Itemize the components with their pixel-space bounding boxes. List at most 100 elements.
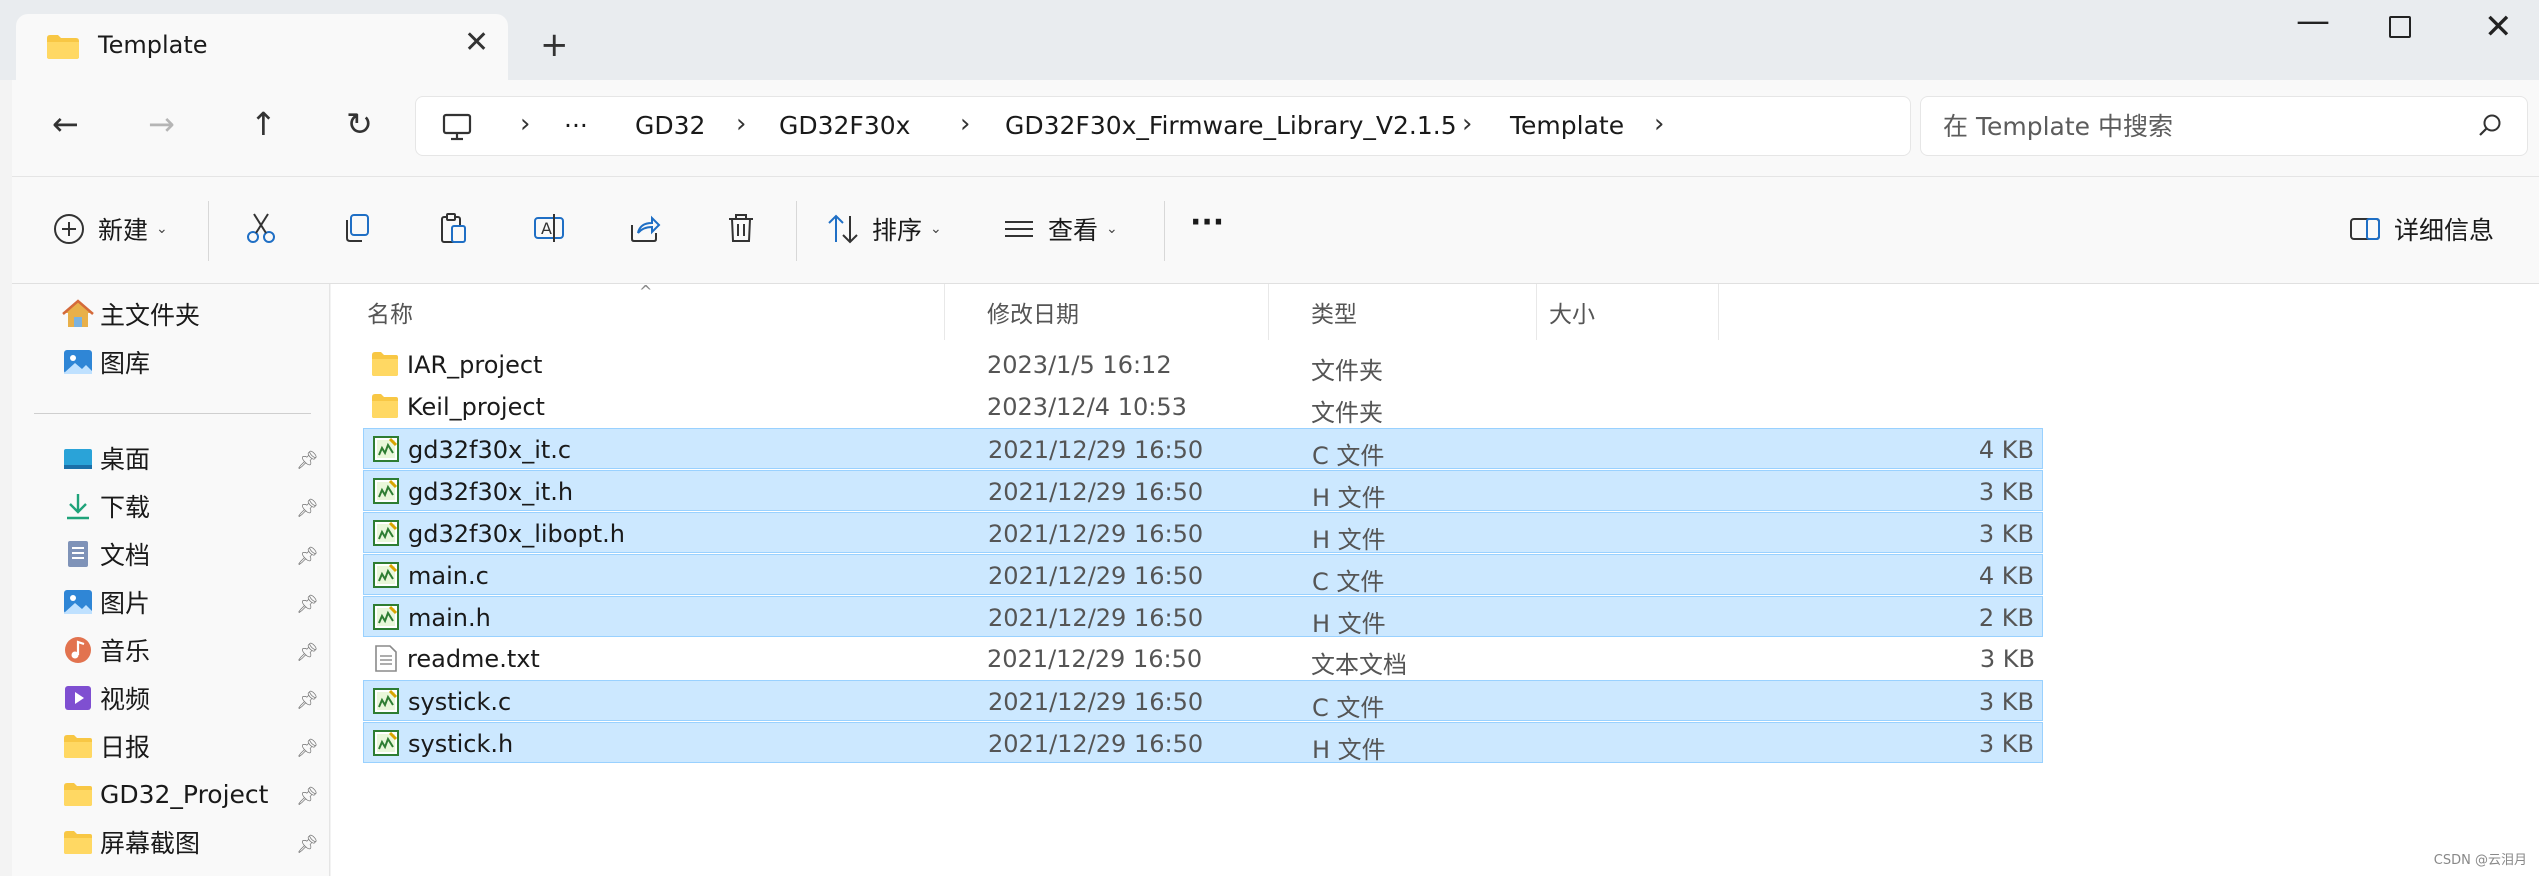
pin-icon[interactable]: 📌︎ [296, 594, 319, 615]
sidebar-item-label: 音乐 [100, 637, 151, 666]
cut-button[interactable] [244, 211, 278, 245]
sidebar-item-pictures[interactable]: 图片 [62, 584, 150, 620]
close-window-button[interactable]: ✕ [2484, 10, 2513, 44]
file-modified-date: 2021/12/29 16:50 [988, 520, 1204, 548]
up-button[interactable]: ↑ [250, 108, 277, 140]
pictures-icon [64, 590, 92, 614]
search-icon[interactable] [2477, 113, 2503, 139]
chevron-down-icon: ⌄ [156, 221, 168, 237]
pin-icon[interactable]: 📌︎ [296, 642, 319, 663]
file-row[interactable]: gd32f30x_libopt.h 2021/12/29 16:50 H 文件 3 K… [363, 512, 2043, 554]
pin-icon[interactable]: 📌︎ [296, 834, 319, 855]
view-button[interactable]: 查看 ⌄ [1002, 211, 1118, 247]
sidebar-item-downloads[interactable]: 下载 [62, 488, 150, 524]
folder-icon [47, 35, 79, 59]
chevron-right-icon[interactable]: › [960, 109, 970, 139]
file-row[interactable]: IAR_project 2023/1/5 16:12 文件夹 [363, 344, 2043, 385]
back-button[interactable]: ← [52, 108, 79, 140]
text-file-icon [375, 645, 397, 672]
chevron-right-icon[interactable]: › [520, 109, 530, 139]
sidebar-divider [34, 413, 311, 414]
share-button[interactable] [628, 211, 662, 245]
address-bar[interactable]: › ··· GD32 › GD32F30x › GD32F30x_Firmwar… [415, 96, 1911, 156]
command-toolbar: 新建 ⌄ A 排序 ⌄ 查看 ⌄ ··· 详细信息 [12, 176, 2539, 284]
share-icon [631, 215, 661, 242]
sidebar-item-home[interactable]: 主文件夹 [62, 296, 200, 332]
sidebar-item-documents[interactable]: 文档 [62, 536, 150, 572]
file-row[interactable]: main.c 2021/12/29 16:50 C 文件 4 KB [363, 554, 2043, 596]
file-row[interactable]: gd32f30x_it.h 2021/12/29 16:50 H 文件 3 KB [363, 470, 2043, 512]
sidebar-item-desktop[interactable]: 桌面 [62, 440, 150, 476]
file-row[interactable]: main.h 2021/12/29 16:50 H 文件 2 KB [363, 596, 2043, 638]
search-input[interactable] [1943, 109, 2443, 143]
tab-template[interactable]: Template ✕ [16, 14, 508, 80]
file-type: 文本文档 [1311, 651, 1407, 679]
sidebar-item-label: 视频 [100, 685, 151, 714]
sidebar-item-daily-report[interactable]: 日报 [62, 728, 150, 764]
sidebar-item-label: 主文件夹 [100, 301, 201, 330]
sidebar-item-label: 桌面 [100, 445, 151, 474]
file-row[interactable]: Keil_project 2023/12/4 10:53 文件夹 [363, 386, 2043, 427]
new-tab-button[interactable]: + [540, 28, 569, 62]
chevron-right-icon[interactable]: › [1462, 109, 1472, 139]
pin-icon[interactable]: 📌︎ [296, 738, 319, 759]
sidebar-item-label: 下载 [100, 493, 151, 522]
minimize-button[interactable]: — [2296, 4, 2330, 38]
maximize-button[interactable] [2389, 16, 2411, 38]
file-row[interactable]: systick.h 2021/12/29 16:50 H 文件 3 KB [363, 722, 2043, 764]
more-options-button[interactable]: ··· [1190, 205, 1224, 240]
breadcrumb-gd32f30x[interactable]: GD32F30x [779, 111, 910, 140]
rename-icon: A [534, 214, 564, 242]
sidebar-item-gd32-project[interactable]: GD32_Project [62, 776, 268, 812]
column-size-label: 大小 [1549, 302, 1595, 328]
column-header-size[interactable]: 大小 [1537, 284, 1719, 340]
file-row[interactable]: gd32f30x_it.c 2021/12/29 16:50 C 文件 4 KB [363, 428, 2043, 470]
paste-button[interactable] [436, 211, 470, 245]
plus-circle-icon [54, 214, 84, 244]
file-modified-date: 2023/12/4 10:53 [987, 393, 1187, 421]
refresh-button[interactable]: ↻ [346, 108, 373, 140]
sidebar-item-gallery[interactable]: 图库 [62, 344, 150, 380]
toolbar-divider [208, 201, 209, 261]
breadcrumb-template[interactable]: Template [1510, 111, 1624, 140]
search-box[interactable] [1920, 96, 2528, 156]
pin-icon[interactable]: 📌︎ [296, 450, 319, 471]
file-modified-date: 2021/12/29 16:50 [987, 645, 1203, 673]
pin-icon[interactable]: 📌︎ [296, 498, 319, 519]
file-row[interactable]: readme.txt 2021/12/29 16:50 文本文档 3 KB [363, 638, 2043, 679]
delete-button[interactable] [724, 211, 758, 245]
file-row[interactable]: systick.c 2021/12/29 16:50 C 文件 3 KB [363, 680, 2043, 722]
view-label: 查看 [1048, 216, 1099, 245]
details-pane-button[interactable]: 详细信息 [2348, 211, 2494, 247]
pin-icon[interactable]: 📌︎ [296, 786, 319, 807]
column-header-type[interactable]: 类型 [1269, 284, 1537, 340]
sidebar-item-music[interactable]: 音乐 [62, 632, 150, 668]
column-header-name[interactable]: 名称 ^ [331, 282, 945, 340]
copy-icon [346, 214, 369, 242]
breadcrumb-more[interactable]: ··· [564, 111, 588, 140]
computer-icon[interactable] [442, 113, 472, 141]
tab-close-icon[interactable]: ✕ [464, 28, 489, 58]
new-button[interactable]: 新建 ⌄ [52, 211, 168, 247]
rename-button[interactable]: A [532, 211, 566, 245]
pin-icon[interactable]: 📌︎ [296, 546, 319, 567]
chevron-right-icon[interactable]: › [736, 109, 746, 139]
copy-button[interactable] [340, 211, 374, 245]
sidebar-item-videos[interactable]: 视频 [62, 680, 150, 716]
file-type: H 文件 [1312, 736, 1386, 764]
breadcrumb-firmware-library[interactable]: GD32F30x_Firmware_Library_V2.1.5 [1005, 111, 1457, 140]
chevron-right-icon[interactable]: › [1654, 109, 1664, 139]
pin-icon[interactable]: 📌︎ [296, 690, 319, 711]
watermark: CSDN @云泪月 [2433, 853, 2527, 868]
breadcrumb-gd32[interactable]: GD32 [635, 111, 705, 140]
forward-button[interactable]: → [148, 108, 175, 140]
trash-icon [729, 214, 753, 242]
svg-text:A: A [541, 219, 552, 238]
column-header-date[interactable]: 修改日期 [945, 284, 1269, 340]
sort-button[interactable]: 排序 ⌄ [826, 211, 942, 247]
sort-ascending-icon: ^ [639, 282, 653, 301]
file-type: H 文件 [1312, 526, 1386, 554]
sidebar-item-screenshots[interactable]: 屏幕截图 [62, 824, 200, 860]
file-modified-date: 2021/12/29 16:50 [988, 562, 1204, 590]
file-type: H 文件 [1312, 484, 1386, 512]
